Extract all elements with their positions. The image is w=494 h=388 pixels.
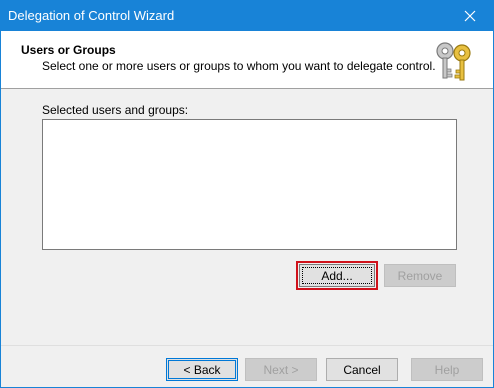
page-title: Users or Groups [21,43,116,57]
next-button[interactable]: Next > [245,358,317,381]
close-button[interactable] [447,1,493,31]
wizard-header: Users or Groups Select one or more users… [1,31,493,89]
next-button-label: Next > [263,362,299,377]
remove-button[interactable]: Remove [384,264,456,287]
selected-users-label: Selected users and groups: [42,103,188,117]
page-subtitle: Select one or more users or groups to wh… [42,59,436,73]
footer-divider [1,345,493,346]
focus-rectangle [302,267,372,284]
title-bar[interactable]: Delegation of Control Wizard [1,1,493,31]
close-icon [464,10,476,22]
keys-icon [436,42,471,81]
help-button[interactable]: Help [411,358,483,381]
cancel-button[interactable]: Cancel [326,358,398,381]
window-title: Delegation of Control Wizard [8,8,175,23]
wizard-window: Delegation of Control Wizard Users or Gr… [0,0,494,388]
remove-button-label: Remove [397,268,443,283]
selected-users-label-text: Selected users and groups: [42,103,189,117]
help-button-label: Help [434,362,460,377]
back-button[interactable]: < Back [166,358,238,381]
add-button[interactable]: Add... [299,264,375,287]
default-button-border [168,360,236,379]
selected-users-listbox[interactable] [42,119,457,250]
cancel-button-label: Cancel [343,362,381,377]
